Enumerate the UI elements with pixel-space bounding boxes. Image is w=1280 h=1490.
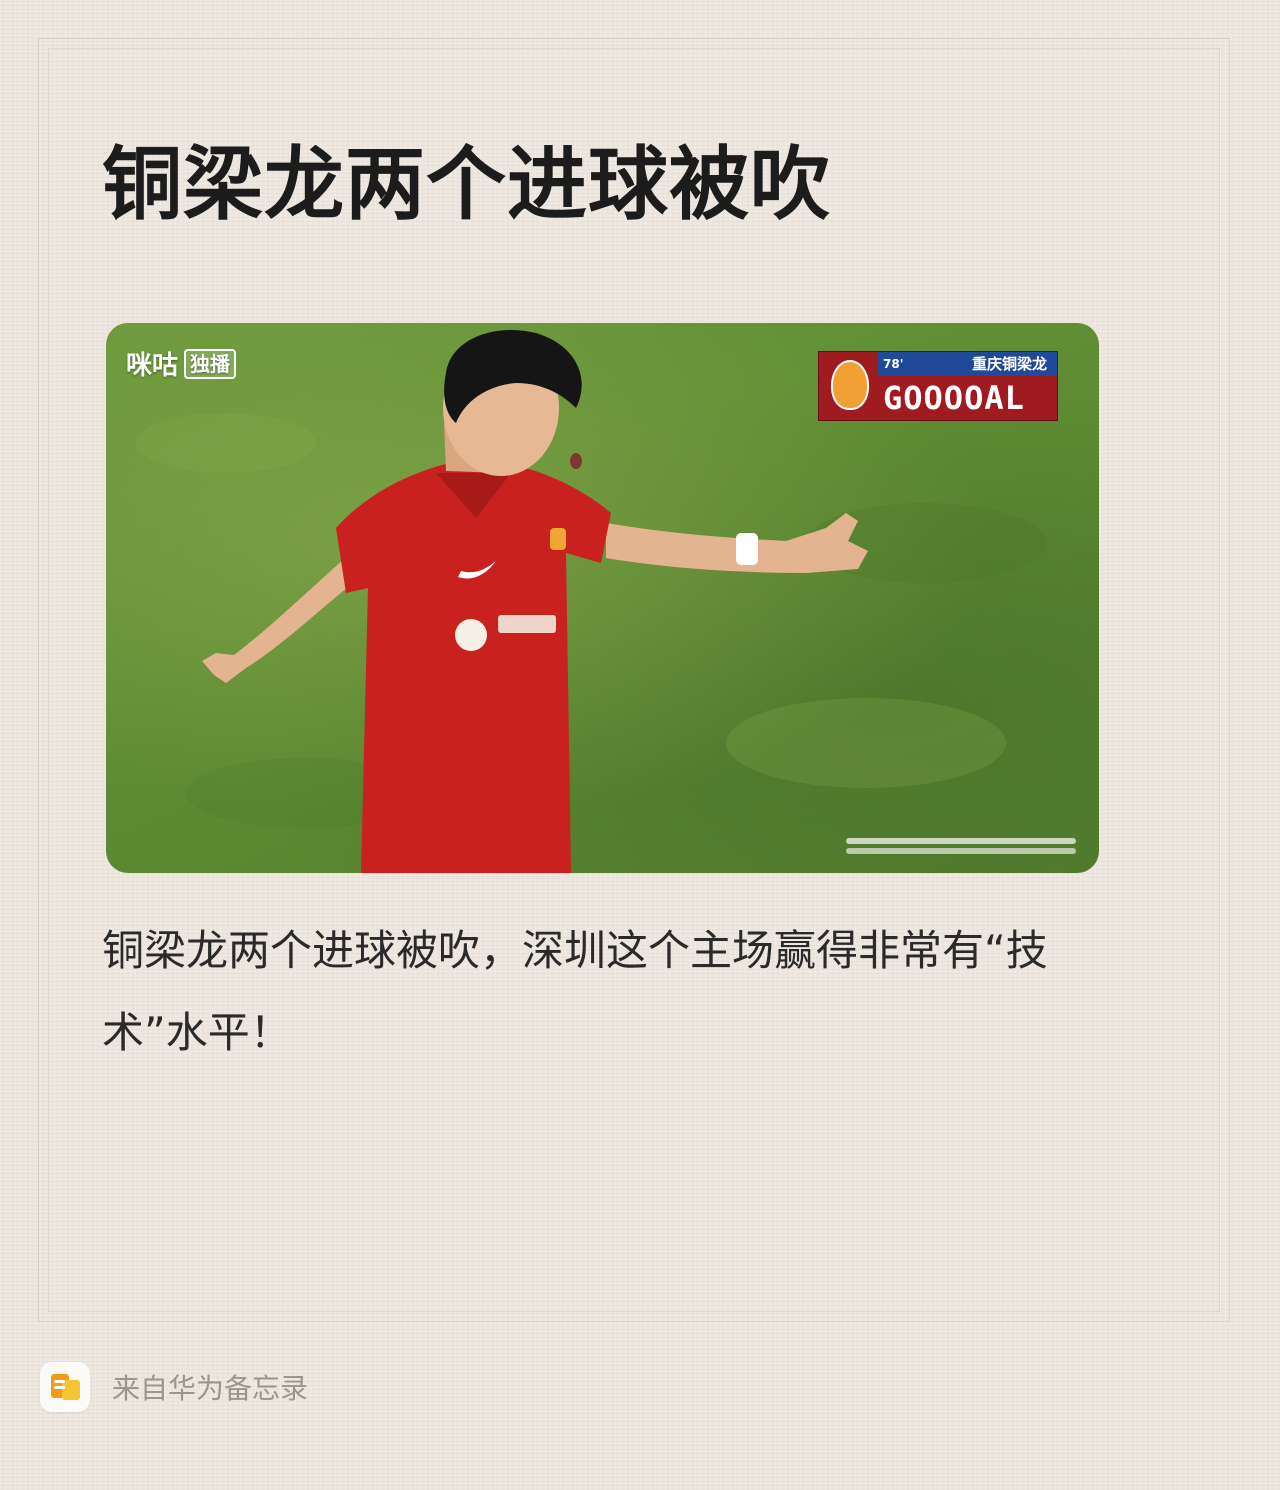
overlay-topbar: 78' 重庆铜梁龙 xyxy=(877,352,1057,376)
source-footer[interactable]: 来自华为备忘录 xyxy=(40,1362,308,1412)
match-minute: 78' xyxy=(883,357,904,371)
memo-app-icon xyxy=(40,1362,90,1412)
video-thumbnail[interactable]: 咪咕 独播 78' 重庆铜梁龙 GOOOOAL xyxy=(106,323,1099,873)
broadcaster-name: 咪咕 xyxy=(126,351,179,381)
team-crest-icon xyxy=(831,360,869,410)
broadcaster-badge: 独播 xyxy=(184,348,237,379)
source-label: 来自华为备忘录 xyxy=(112,1372,309,1405)
goal-overlay: 78' 重庆铜梁龙 GOOOOAL xyxy=(818,351,1058,421)
note-body: 铜梁龙两个进球被吹，深圳这个主场赢得非常有“技术”水平！ xyxy=(102,926,1048,1057)
note-title: 铜梁龙两个进球被吹 xyxy=(102,138,831,231)
broadcaster-logo: 咪咕 独播 xyxy=(126,345,237,382)
team-name: 重庆铜梁龙 xyxy=(971,355,1047,373)
goal-text: GOOOOAL xyxy=(883,379,1025,417)
